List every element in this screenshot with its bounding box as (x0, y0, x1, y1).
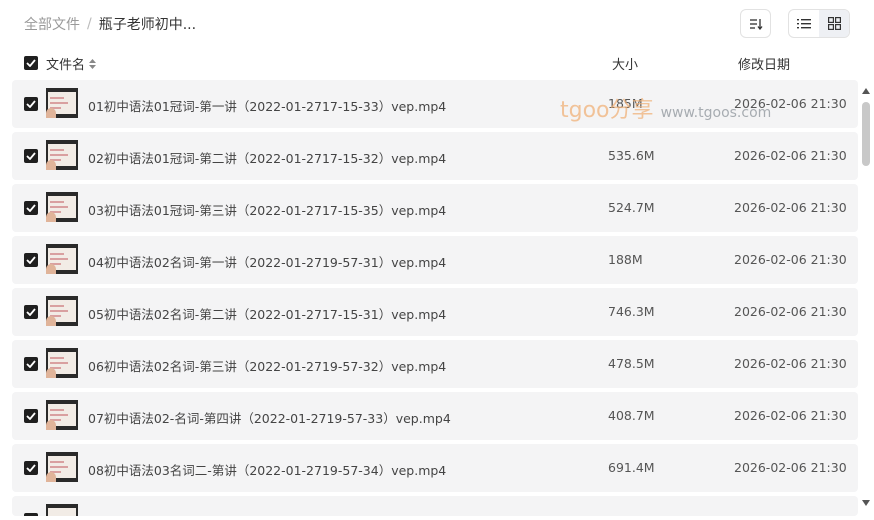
file-checkbox[interactable] (24, 149, 38, 163)
file-name[interactable]: 04初中语法02名词-第一讲（2022-01-2719-57-31）vep.mp… (88, 252, 446, 271)
file-size: 746.3M (608, 304, 655, 319)
file-name[interactable]: 08初中语法03名词二-第讲（2022-01-2719-57-34）vep.mp… (88, 460, 446, 479)
scrollbar-thumb[interactable] (862, 102, 870, 166)
file-name[interactable]: 05初中语法02名词-第二讲（2022-01-2717-15-31）vep.mp… (88, 304, 446, 323)
file-checkbox[interactable] (24, 357, 38, 371)
checkmark-icon (26, 464, 36, 472)
grid-view-icon (827, 17, 841, 30)
file-checkbox[interactable] (24, 461, 38, 475)
file-size: 478.5M (608, 356, 655, 371)
breadcrumb-current-folder: 瓶子老师初中... (98, 17, 197, 33)
file-date: 2026-02-06 21:30 (734, 304, 847, 319)
grid-view-button[interactable] (819, 10, 849, 37)
checkmark-icon (26, 204, 36, 212)
breadcrumb: 全部文件 / 瓶子老师初中... (24, 14, 196, 34)
column-name-label: 文件名 (46, 58, 86, 73)
file-size: 535.6M (608, 148, 655, 163)
list-view-icon (797, 19, 811, 29)
file-date: 2026-02-06 21:30 (734, 408, 847, 423)
file-list-header: 文件名 大小 修改日期 (0, 52, 874, 76)
file-row[interactable]: 03初中语法01冠词-第三讲（2022-01-2717-15-35）vep.mp… (12, 184, 858, 232)
file-list: 01初中语法01冠词-第一讲（2022-01-2717-15-33）vep.mp… (12, 80, 858, 520)
file-checkbox[interactable] (24, 97, 38, 111)
scroll-down-arrow-icon[interactable] (862, 500, 870, 506)
breadcrumb-separator: / (87, 16, 92, 32)
column-header-date[interactable]: 修改日期 (738, 54, 790, 73)
video-thumbnail (46, 296, 78, 326)
file-size: 408.7M (608, 408, 655, 423)
file-date: 2026-02-06 21:30 (734, 252, 847, 267)
checkmark-icon (26, 360, 36, 368)
file-size: 188M (608, 252, 643, 267)
file-name[interactable]: 01初中语法01冠词-第一讲（2022-01-2717-15-33）vep.mp… (88, 96, 446, 115)
file-size: 524.7M (608, 200, 655, 215)
file-date: 2026-02-06 21:30 (734, 148, 847, 163)
video-thumbnail (46, 192, 78, 222)
video-thumbnail (46, 244, 78, 274)
video-thumbnail (46, 400, 78, 430)
file-row-partial[interactable] (12, 496, 858, 516)
file-name[interactable]: 07初中语法02-名词-第四讲（2022-01-2719-57-33）vep.m… (88, 408, 451, 427)
file-checkbox[interactable] (24, 201, 38, 215)
file-date: 2026-02-06 21:30 (734, 200, 847, 215)
scroll-up-arrow-icon[interactable] (862, 88, 870, 94)
checkmark-icon (26, 100, 36, 108)
list-view-button[interactable] (789, 10, 819, 37)
sort-icon (749, 18, 763, 30)
video-thumbnail (46, 452, 78, 482)
file-row[interactable]: 08初中语法03名词二-第讲（2022-01-2719-57-34）vep.mp… (12, 444, 858, 492)
breadcrumb-root-link[interactable]: 全部文件 (24, 14, 80, 34)
video-thumbnail (46, 88, 78, 118)
file-size: 691.4M (608, 460, 655, 475)
file-date: 2026-02-06 21:30 (734, 356, 847, 371)
video-thumbnail (46, 140, 78, 170)
file-name[interactable]: 02初中语法01冠词-第二讲（2022-01-2717-15-32）vep.mp… (88, 148, 446, 167)
file-row[interactable]: 06初中语法02名词-第三讲（2022-01-2719-57-32）vep.mp… (12, 340, 858, 388)
file-checkbox[interactable] (24, 513, 38, 516)
video-thumbnail (46, 348, 78, 378)
checkmark-icon (26, 308, 36, 316)
file-name[interactable]: 03初中语法01冠词-第三讲（2022-01-2717-15-35）vep.mp… (88, 200, 446, 219)
checkmark-icon (26, 59, 36, 67)
checkmark-icon (26, 412, 36, 420)
file-date: 2026-02-06 21:30 (734, 460, 847, 475)
sort-button[interactable] (740, 9, 771, 38)
select-all-checkbox[interactable] (24, 56, 38, 70)
file-checkbox[interactable] (24, 409, 38, 423)
sort-arrows-icon (89, 58, 97, 69)
file-row[interactable]: 01初中语法01冠词-第一讲（2022-01-2717-15-33）vep.mp… (12, 80, 858, 128)
file-size: 185M (608, 96, 643, 111)
file-row[interactable]: 04初中语法02名词-第一讲（2022-01-2719-57-31）vep.mp… (12, 236, 858, 284)
view-toggle (788, 9, 850, 38)
file-checkbox[interactable] (24, 253, 38, 267)
file-row[interactable]: 02初中语法01冠词-第二讲（2022-01-2717-15-32）vep.mp… (12, 132, 858, 180)
video-thumbnail (46, 504, 78, 516)
checkmark-icon (26, 152, 36, 160)
file-date: 2026-02-06 21:30 (734, 96, 847, 111)
file-row[interactable]: 05初中语法02名词-第二讲（2022-01-2717-15-31）vep.mp… (12, 288, 858, 336)
file-name[interactable]: 06初中语法02名词-第三讲（2022-01-2719-57-32）vep.mp… (88, 356, 446, 375)
checkmark-icon (26, 256, 36, 264)
file-checkbox[interactable] (24, 305, 38, 319)
column-header-size[interactable]: 大小 (612, 54, 638, 73)
column-header-name[interactable]: 文件名 (46, 54, 97, 73)
vertical-scrollbar[interactable] (860, 84, 872, 510)
file-row[interactable]: 07初中语法02-名词-第四讲（2022-01-2719-57-33）vep.m… (12, 392, 858, 440)
